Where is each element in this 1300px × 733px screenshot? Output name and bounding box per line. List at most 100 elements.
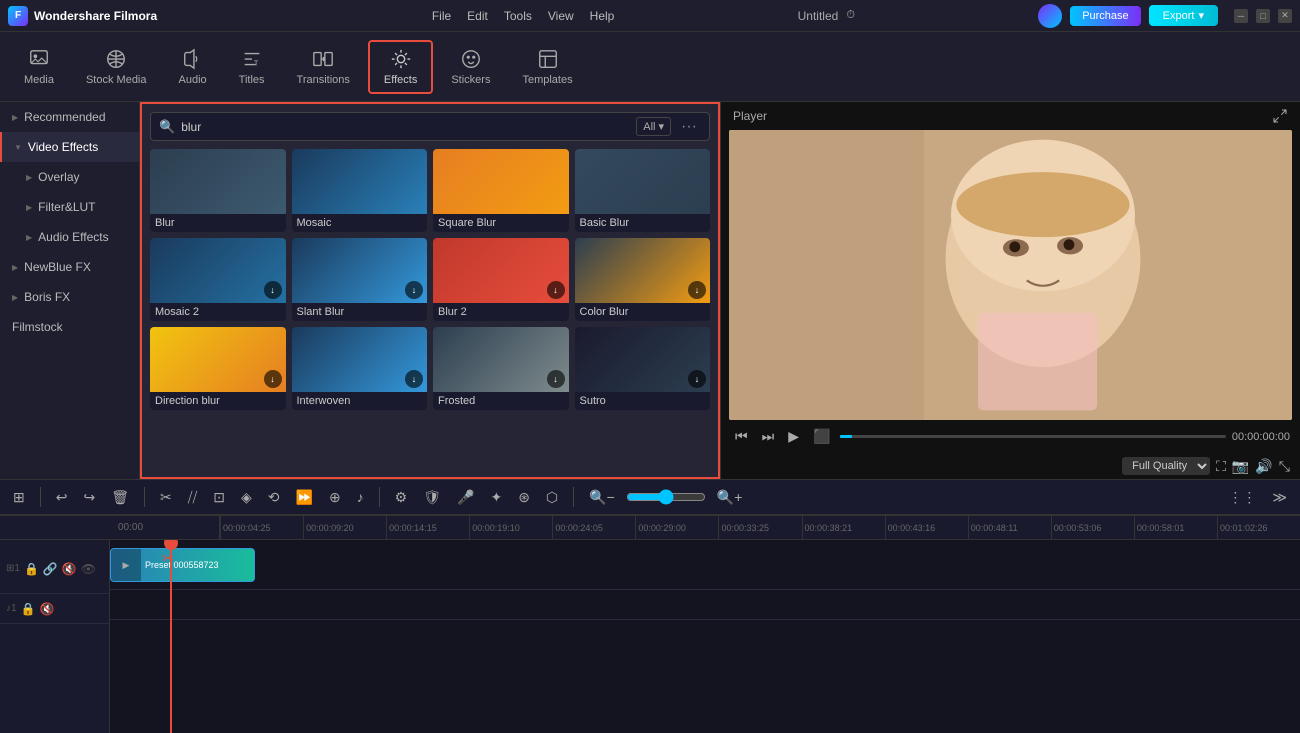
grid-view-button[interactable]: ⋮⋮ [1223, 486, 1261, 509]
search-input[interactable] [181, 120, 630, 134]
effect-item-blur[interactable]: Blur [150, 149, 286, 232]
effect-item-sutro[interactable]: ↓ Sutro [575, 327, 711, 410]
step-back-button[interactable]: ⏭ [758, 426, 779, 447]
settings-button[interactable]: ⚙ [390, 486, 413, 509]
audio-button[interactable]: ♪ [352, 486, 369, 508]
toolbar-audio[interactable]: Audio [165, 42, 221, 92]
toolbar-stickers[interactable]: Stickers [437, 42, 504, 92]
toolbar-transitions[interactable]: Transitions [283, 42, 364, 92]
effect-item-frosted[interactable]: ↓ Frosted [433, 327, 569, 410]
eye-icon[interactable]: 👁 [81, 562, 96, 576]
rewind-button[interactable]: ⏮ [731, 426, 752, 447]
volume-icon[interactable]: 🔊 [1255, 458, 1272, 475]
screenshot-icon[interactable]: 📷 [1232, 458, 1249, 475]
profile-avatar[interactable] [1038, 4, 1062, 28]
separator3 [379, 487, 380, 507]
effect-item-mosaic2[interactable]: ↓ Mosaic 2 [150, 238, 286, 321]
effect-item-mosaic[interactable]: Mosaic [292, 149, 428, 232]
sidebar-item-video-effects[interactable]: ▼ Video Effects [0, 132, 139, 162]
menu-edit[interactable]: Edit [467, 9, 488, 23]
ruler-mark: 00:00:58:01 [1134, 516, 1217, 540]
audio-volume-icon[interactable]: 🔇 [40, 602, 55, 616]
effect-thumb: ↓ [292, 327, 428, 392]
audio-track-row [110, 590, 1300, 620]
purchase-button[interactable]: Purchase [1070, 6, 1140, 26]
export-button[interactable]: Export ▾ [1149, 5, 1218, 26]
transform-button[interactable]: ⟲ [263, 486, 285, 509]
audio-lock-icon[interactable]: 🔒 [21, 602, 36, 616]
zoom-in-button[interactable]: 🔍+ [712, 486, 748, 509]
mark-button[interactable]: ◈ [236, 486, 257, 509]
effect-item-basic_blur[interactable]: Basic Blur [575, 149, 711, 232]
ruler-mark: 00:00:04:25 [220, 516, 303, 540]
volume-off-icon[interactable]: 🔇 [62, 562, 77, 576]
redo-button[interactable]: ↪ [78, 486, 100, 509]
menu-help[interactable]: Help [590, 9, 615, 23]
player-title: Player [733, 109, 767, 123]
sidebar-item-overlay[interactable]: ▶ Overlay [0, 162, 139, 192]
link-icon[interactable]: 🔗 [43, 562, 58, 576]
effect-item-color_blur[interactable]: ↓ Color Blur [575, 238, 711, 321]
fit-to-screen-icon[interactable]: ⛶ [1216, 458, 1226, 475]
effect-label: Mosaic [292, 214, 428, 232]
sidebar-item-filter-lut[interactable]: ▶ Filter&LUT [0, 192, 139, 222]
effect-label: Basic Blur [575, 214, 711, 232]
play-button[interactable]: ▶ [784, 426, 803, 447]
playback-timeline[interactable] [840, 435, 1225, 438]
effect-item-square_blur[interactable]: Square Blur [433, 149, 569, 232]
group-button[interactable]: ⊕ [324, 486, 346, 509]
effect-item-interwoven[interactable]: ↓ Interwoven [292, 327, 428, 410]
more-settings-icon[interactable]: ⤡ [1279, 458, 1290, 475]
ai-button[interactable]: ⊛ [513, 486, 535, 509]
toolbar-stock-media[interactable]: Stock Media [72, 42, 161, 92]
timeline-ruler: 00:00 00:00:04:2500:00:09:2000:00:14:150… [0, 516, 1300, 540]
fullscreen-button[interactable]: ⬛ [809, 426, 834, 447]
split-button[interactable]: ⧸⧸ [183, 486, 203, 509]
toolbar-templates[interactable]: Templates [508, 42, 586, 92]
delete-button[interactable]: 🗑 [106, 486, 134, 509]
stabilize-button[interactable]: 🛡 [418, 486, 446, 509]
effect-item-direction_blur[interactable]: ↓ Direction blur [150, 327, 286, 410]
undo-button[interactable]: ↩ [51, 486, 73, 509]
effect-item-slant_blur[interactable]: ↓ Slant Blur [292, 238, 428, 321]
window-controls: ─ □ ✕ [1234, 9, 1292, 23]
sidebar-item-audio-effects[interactable]: ▶ Audio Effects [0, 222, 139, 252]
effects-button[interactable]: ✦ [485, 486, 507, 509]
toolbar-titles[interactable]: T Titles [225, 42, 279, 92]
effect-thumb [575, 149, 711, 214]
menu-view[interactable]: View [548, 9, 574, 23]
zoom-out-button[interactable]: 🔍− [584, 486, 620, 509]
close-button[interactable]: ✕ [1278, 9, 1292, 23]
filter-dropdown[interactable]: All ▾ [636, 117, 671, 136]
video-clip[interactable]: ▶ Preset 000558723 [110, 548, 255, 582]
lock-icon[interactable]: 🔒 [24, 562, 39, 576]
sidebar-item-recommended[interactable]: ▶ Recommended [0, 102, 139, 132]
cut-button[interactable]: ✂ [155, 486, 177, 509]
layout-button[interactable]: ⊞ [8, 486, 30, 509]
ruler-mark: 00:00:29:00 [635, 516, 718, 540]
sidebar-item-newblue-fx[interactable]: ▶ NewBlue FX [0, 252, 139, 282]
crop-button[interactable]: ⊡ [208, 486, 230, 509]
effect-label: Color Blur [575, 303, 711, 321]
player-expand-icon[interactable] [1272, 108, 1288, 124]
menu-file[interactable]: File [432, 9, 451, 23]
menu-tools[interactable]: Tools [504, 9, 532, 23]
maximize-button[interactable]: □ [1256, 9, 1270, 23]
timeline-tracks[interactable]: ✂ ▶ Preset 000558723 [110, 540, 1300, 733]
playhead[interactable]: ✂ [170, 540, 172, 733]
mic-button[interactable]: 🎤 [452, 486, 479, 509]
effect-thumb: ↓ [150, 327, 286, 392]
minimize-button[interactable]: ─ [1234, 9, 1248, 23]
export-chevron-icon: ▾ [1198, 9, 1204, 22]
transition-button[interactable]: ⬡ [541, 486, 563, 509]
quality-select[interactable]: Full Quality 1/2 Quality 1/4 Quality [1122, 457, 1210, 475]
more-button[interactable]: ≫ [1267, 486, 1292, 509]
toolbar-media[interactable]: Media [10, 42, 68, 92]
toolbar-effects[interactable]: Effects [368, 40, 433, 94]
zoom-slider[interactable] [626, 489, 706, 505]
sidebar-item-boris-fx[interactable]: ▶ Boris FX [0, 282, 139, 312]
sidebar-item-filmstock[interactable]: Filmstock [0, 312, 139, 342]
speed-button[interactable]: ⏩ [291, 486, 318, 509]
effect-item-blur2[interactable]: ↓ Blur 2 [433, 238, 569, 321]
more-options-button[interactable]: ··· [677, 118, 701, 136]
